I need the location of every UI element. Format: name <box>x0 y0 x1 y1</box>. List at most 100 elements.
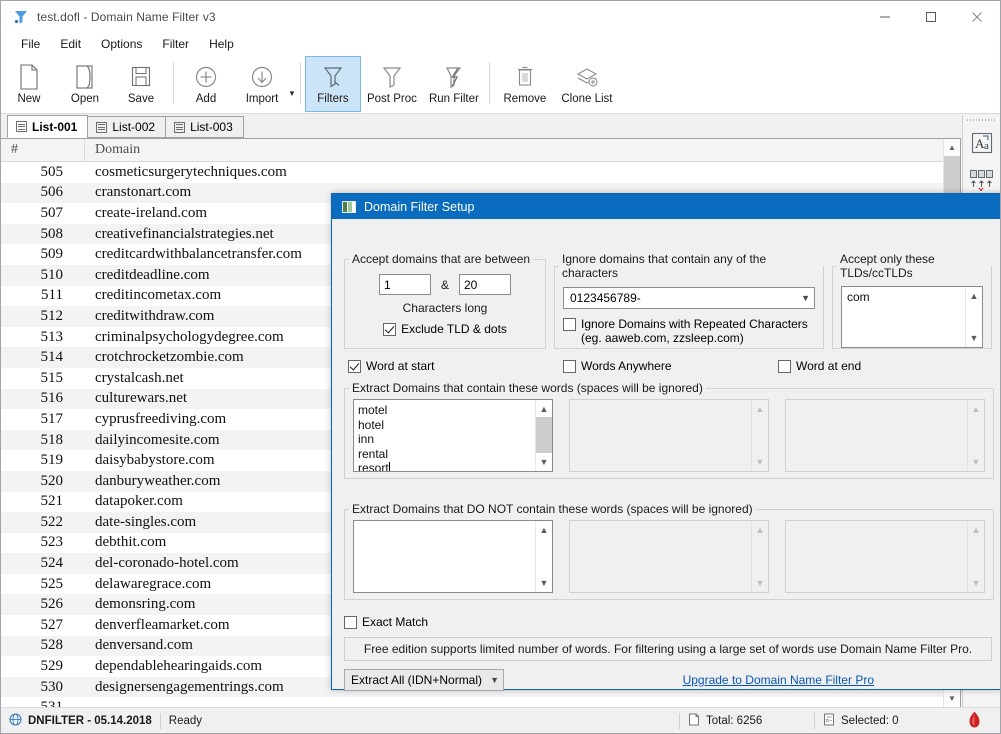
menu-file[interactable]: File <box>11 34 50 54</box>
max-length-input[interactable]: 20 <box>459 274 511 295</box>
word-at-end-checkbox[interactable]: Word at end <box>778 359 861 373</box>
toolbar-separator <box>488 62 490 104</box>
toolbar-filters-button[interactable]: Filters <box>304 56 361 112</box>
extract-mode-value: Extract All (IDN+Normal) <box>351 673 483 687</box>
extract-mode-combo[interactable]: Extract All (IDN+Normal) ▼ <box>344 669 504 691</box>
row-number: 518 <box>40 431 64 448</box>
contain-words-box-3: ▲ ▼ <box>785 399 985 472</box>
textarea-scrollbar[interactable]: ▲ ▼ <box>535 521 552 592</box>
exact-match-label: Exact Match <box>362 615 429 629</box>
toolbar-postproc-label: Post Proc <box>366 93 417 105</box>
row-number: 507 <box>40 204 64 221</box>
toolbar-filters-label: Filters <box>317 93 349 105</box>
globe-icon <box>9 712 22 729</box>
tab-list-003[interactable]: List-003 <box>165 116 244 138</box>
tab-list-002[interactable]: List-002 <box>87 116 167 138</box>
row-number: 511 <box>41 287 63 304</box>
menu-options[interactable]: Options <box>91 34 152 54</box>
toolbar: New Open Save Add Import ▼ Filters Post … <box>1 56 1000 114</box>
upgrade-link[interactable]: Upgrade to Domain Name Filter Pro <box>683 673 874 687</box>
scroll-thumb[interactable] <box>536 417 552 453</box>
toolbar-separator <box>173 62 174 104</box>
tld-listbox-scrollbar[interactable]: ▲ ▼ <box>965 287 982 347</box>
download-circle-icon <box>249 62 275 92</box>
contain-words-box-1[interactable]: motel hotel inn rental resort ▲ ▼ <box>353 399 553 472</box>
row-number: 523 <box>40 534 64 551</box>
scroll-up-icon[interactable]: ▲ <box>536 522 552 538</box>
toolbar-open-label: Open <box>70 93 100 105</box>
free-edition-notice: Free edition supports limited number of … <box>344 637 992 661</box>
word-at-start-checkbox[interactable]: Word at start <box>348 359 563 373</box>
toolbar-save-button[interactable]: Save <box>113 56 169 112</box>
exact-match-checkbox[interactable]: Exact Match <box>344 615 428 629</box>
case-convert-icon: A a <box>969 131 995 158</box>
scroll-down-icon[interactable]: ▼ <box>966 330 982 346</box>
table-row[interactable]: 531 <box>1 697 960 707</box>
red-diamond-icon <box>967 711 982 731</box>
scroll-up-icon[interactable]: ▲ <box>966 288 982 304</box>
scroll-down-icon[interactable]: ▼ <box>536 454 552 470</box>
tld-group-legend: Accept only these TLDs/ccTLDs <box>840 252 935 280</box>
dialog-title-text: Domain Filter Setup <box>364 199 475 214</box>
contain-words-text-3 <box>786 400 984 406</box>
characters-long-label: Characters long <box>402 301 488 315</box>
column-header-domain[interactable]: Domain <box>85 139 960 161</box>
maximize-button[interactable] <box>908 1 954 32</box>
menu-filter[interactable]: Filter <box>152 34 199 54</box>
menu-edit[interactable]: Edit <box>50 34 91 54</box>
toolbar-clonelist-button[interactable]: Clone List <box>556 56 618 112</box>
close-button[interactable] <box>954 1 1000 32</box>
minimize-button[interactable] <box>862 1 908 32</box>
not-contain-words-group: Extract Domains that DO NOT contain thes… <box>344 502 994 600</box>
menu-help[interactable]: Help <box>199 34 244 54</box>
scroll-up-icon[interactable]: ▲ <box>536 401 552 417</box>
tab-label: List-002 <box>112 120 156 134</box>
scroll-thumb[interactable] <box>944 156 960 194</box>
list-icon <box>823 713 835 729</box>
scroll-up-icon[interactable]: ▲ <box>944 139 960 156</box>
toolbar-import-button[interactable]: Import <box>234 56 290 112</box>
length-group: Accept domains that are between 1 & 20 C… <box>344 252 546 349</box>
funnel-wrench-icon <box>320 62 346 92</box>
row-number: 516 <box>40 390 64 407</box>
chevron-down-icon: ▼ <box>490 675 499 685</box>
contain-words-group: Extract Domains that contain these words… <box>344 381 994 479</box>
checkbox-box <box>778 360 791 373</box>
toolbar-runfilter-button[interactable]: Run Filter <box>423 56 485 112</box>
textarea-scrollbar[interactable]: ▲ ▼ <box>535 400 552 471</box>
not-contain-words-legend: Extract Domains that DO NOT contain thes… <box>352 502 753 516</box>
tld-item[interactable]: com <box>842 287 982 307</box>
status-total-label: Total: 6256 <box>706 714 763 727</box>
repeated-chars-checkbox[interactable]: Ignore Domains with Repeated Characters … <box>563 317 815 345</box>
row-number: 528 <box>40 637 64 654</box>
min-length-input[interactable]: 1 <box>378 274 431 295</box>
new-document-icon <box>17 62 41 92</box>
checkbox-box <box>563 360 576 373</box>
row-number: 515 <box>40 369 64 386</box>
status-brand-cell[interactable] <box>959 711 990 731</box>
ignore-chars-combo[interactable]: 0123456789- ▼ <box>563 287 815 309</box>
toolbar-postproc-button[interactable]: Post Proc <box>361 56 423 112</box>
tab-list-001[interactable]: List-001 <box>7 115 89 138</box>
scroll-up-icon: ▲ <box>755 404 765 414</box>
import-dropdown-arrow-icon[interactable]: ▼ <box>288 89 296 98</box>
exclude-tld-checkbox[interactable]: Exclude TLD & dots <box>345 322 545 336</box>
column-header-number[interactable]: # <box>1 139 85 161</box>
scroll-down-icon[interactable]: ▼ <box>944 690 960 707</box>
toolbar-remove-button[interactable]: Remove <box>494 56 556 112</box>
rail-grip-handle[interactable] <box>967 117 997 123</box>
tld-listbox[interactable]: com ▲ ▼ <box>841 286 983 348</box>
checkbox-box <box>563 318 576 331</box>
scroll-down-icon[interactable]: ▼ <box>536 575 552 591</box>
toolbar-add-button[interactable]: Add <box>178 56 234 112</box>
not-contain-words-box-1[interactable]: ▲ ▼ <box>353 520 553 593</box>
status-app-label: DNFILTER - 05.14.2018 <box>28 714 152 727</box>
toolbar-new-button[interactable]: New <box>1 56 57 112</box>
case-convert-button[interactable]: A a <box>967 129 997 159</box>
toolbar-open-button[interactable]: Open <box>57 56 113 112</box>
columns-arrange-button[interactable] <box>967 165 997 195</box>
table-row[interactable]: 505 cosmeticsurgerytechniques.com <box>1 162 960 183</box>
word-at-end-label: Word at end <box>796 359 862 373</box>
words-anywhere-checkbox[interactable]: Words Anywhere <box>563 359 778 373</box>
contain-words-box-2: ▲ ▼ <box>569 399 769 472</box>
